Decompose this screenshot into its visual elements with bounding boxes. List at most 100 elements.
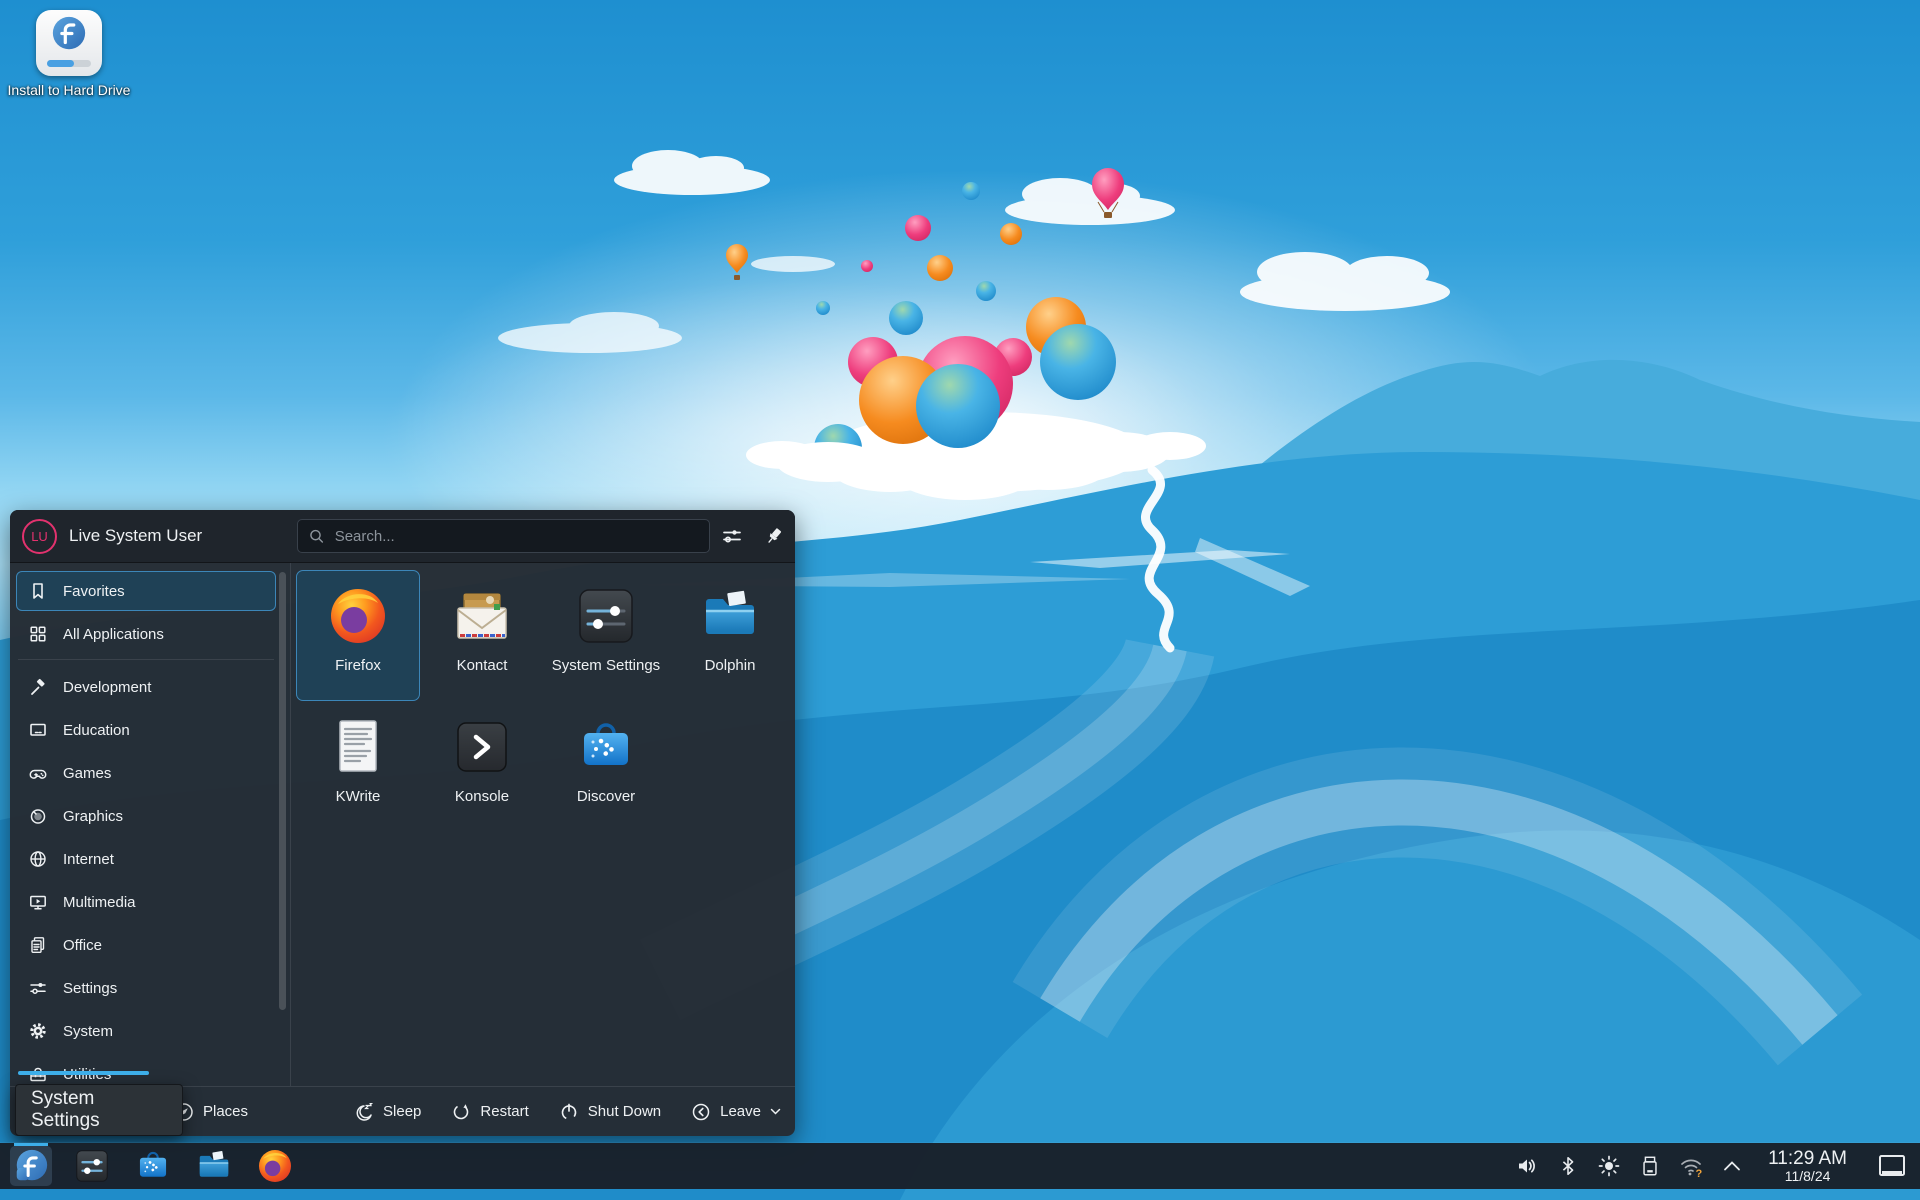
gamepad-icon xyxy=(27,763,49,783)
tray-expander-button[interactable] xyxy=(1719,1151,1745,1181)
sliders-icon xyxy=(27,978,49,998)
taskbar-firefox-button[interactable] xyxy=(254,1146,296,1186)
installer-progress-fill xyxy=(47,60,74,67)
configure-button[interactable] xyxy=(716,520,748,552)
globe-icon xyxy=(27,849,49,869)
sidebar-item-label: Multimedia xyxy=(63,894,136,911)
firefox-icon xyxy=(326,584,390,648)
search-icon xyxy=(308,527,325,545)
sleep-button[interactable]: Sleep xyxy=(352,1101,421,1123)
sidebar-item-all-applications[interactable]: All Applications xyxy=(16,614,276,654)
search-input[interactable] xyxy=(333,527,699,546)
brightness-button[interactable] xyxy=(1596,1151,1622,1181)
clock[interactable]: 11:29 AM 11/8/24 xyxy=(1768,1149,1847,1183)
sidebar-item-education[interactable]: Education xyxy=(16,710,276,750)
pin-icon xyxy=(763,525,785,547)
multimedia-icon xyxy=(27,892,49,912)
places-button[interactable]: Places xyxy=(174,1102,248,1122)
bluetooth-button[interactable] xyxy=(1555,1151,1581,1181)
sidebar-item-multimedia[interactable]: Multimedia xyxy=(16,882,276,922)
taskbar-dolphin-button[interactable] xyxy=(193,1146,235,1186)
fedora-installer-icon xyxy=(36,10,102,76)
search-box[interactable] xyxy=(297,519,710,553)
leave-button[interactable]: Leave xyxy=(691,1102,781,1122)
favorites-grid: Firefox Kontact System Settings Dolphin … xyxy=(296,570,792,832)
dolphin-icon xyxy=(195,1147,233,1185)
usb-drive-icon xyxy=(1639,1155,1661,1177)
sidebar-item-office[interactable]: Office xyxy=(16,925,276,965)
color-wheel-icon xyxy=(27,806,49,826)
sidebar-item-development[interactable]: Development xyxy=(16,667,276,707)
taskbar-launcher-area xyxy=(10,1146,296,1186)
sidebar-item-games[interactable]: Games xyxy=(16,753,276,793)
kontact-icon xyxy=(450,584,514,648)
sidebar-item-label: Development xyxy=(63,679,151,696)
firefox-icon xyxy=(256,1147,294,1185)
shutdown-button[interactable]: Shut Down xyxy=(559,1102,661,1122)
app-kontact[interactable]: Kontact xyxy=(420,570,544,701)
sidebar-item-label: Settings xyxy=(63,980,117,997)
taskbar-discover-button[interactable] xyxy=(132,1146,174,1186)
svg-text:?: ? xyxy=(1696,1168,1703,1178)
desktop-icon-install-to-hard-drive[interactable]: Install to Hard Drive xyxy=(4,10,134,99)
app-konsole[interactable]: Konsole xyxy=(420,701,544,832)
sidebar-item-settings[interactable]: Settings xyxy=(16,968,276,1008)
sidebar-item-graphics[interactable]: Graphics xyxy=(16,796,276,836)
desktop-icon-label: Install to Hard Drive xyxy=(4,82,134,99)
network-button[interactable]: ? xyxy=(1678,1151,1704,1181)
launcher-sidebar: Favorites All Applications xyxy=(10,563,290,1086)
sidebar-item-internet[interactable]: Internet xyxy=(16,839,276,879)
app-firefox[interactable]: Firefox xyxy=(296,570,420,701)
sliders-icon xyxy=(721,525,743,547)
session-actions: Sleep Restart Shut Down xyxy=(352,1101,781,1123)
kwrite-icon xyxy=(326,715,390,779)
gear-icon xyxy=(27,1021,49,1041)
app-system-settings[interactable]: System Settings xyxy=(544,570,668,701)
chevron-down-icon xyxy=(770,1108,781,1116)
sleep-icon xyxy=(352,1101,374,1123)
app-dolphin[interactable]: Dolphin xyxy=(668,570,792,701)
sidebar-item-system[interactable]: System xyxy=(16,1011,276,1051)
restart-icon xyxy=(451,1102,471,1122)
chevron-up-icon xyxy=(1722,1159,1742,1173)
power-icon xyxy=(559,1102,579,1122)
sidebar-item-favorites[interactable]: Favorites xyxy=(16,571,276,611)
taskbar: ? 11:29 AM 11/8/24 xyxy=(0,1143,1920,1189)
application-launcher-button[interactable] xyxy=(10,1146,52,1186)
bluetooth-icon xyxy=(1557,1155,1579,1177)
user-avatar[interactable]: LU xyxy=(22,519,57,554)
discover-icon xyxy=(574,715,638,779)
taskbar-tooltip: System Settings xyxy=(15,1084,183,1136)
konsole-icon xyxy=(450,715,514,779)
show-desktop-button[interactable] xyxy=(1874,1147,1910,1185)
user-initials: LU xyxy=(31,529,48,544)
discover-icon xyxy=(134,1147,172,1185)
blackboard-icon xyxy=(27,720,49,740)
taskbar-system-settings-button[interactable] xyxy=(71,1146,113,1186)
restart-button[interactable]: Restart xyxy=(451,1102,528,1122)
sidebar-item-label: Office xyxy=(63,937,102,954)
sidebar-scrollbar[interactable] xyxy=(279,572,286,1010)
sidebar-item-label: Education xyxy=(63,722,130,739)
pin-button[interactable] xyxy=(758,520,790,552)
wifi-question-icon: ? xyxy=(1678,1154,1704,1178)
system-settings-icon xyxy=(574,584,638,648)
launcher-body: Favorites All Applications xyxy=(10,563,795,1086)
sidebar-item-label: Games xyxy=(63,765,111,782)
removable-device-button[interactable] xyxy=(1637,1151,1663,1181)
hammer-icon xyxy=(27,677,49,697)
bookmark-icon xyxy=(27,581,49,601)
grid-icon xyxy=(27,624,49,644)
dolphin-icon xyxy=(698,584,762,648)
system-settings-icon xyxy=(73,1147,111,1185)
sidebar-item-label: All Applications xyxy=(63,626,164,643)
sun-icon xyxy=(1597,1154,1621,1178)
sidebar-divider xyxy=(290,563,291,1086)
launcher-header: LU Live System User xyxy=(10,510,795,563)
volume-button[interactable] xyxy=(1514,1151,1540,1181)
tooltip-accent-bar xyxy=(18,1071,149,1075)
application-launcher: LU Live System User xyxy=(10,510,795,1136)
app-kwrite[interactable]: KWrite xyxy=(296,701,420,832)
app-discover[interactable]: Discover xyxy=(544,701,668,832)
documents-icon xyxy=(27,935,49,955)
